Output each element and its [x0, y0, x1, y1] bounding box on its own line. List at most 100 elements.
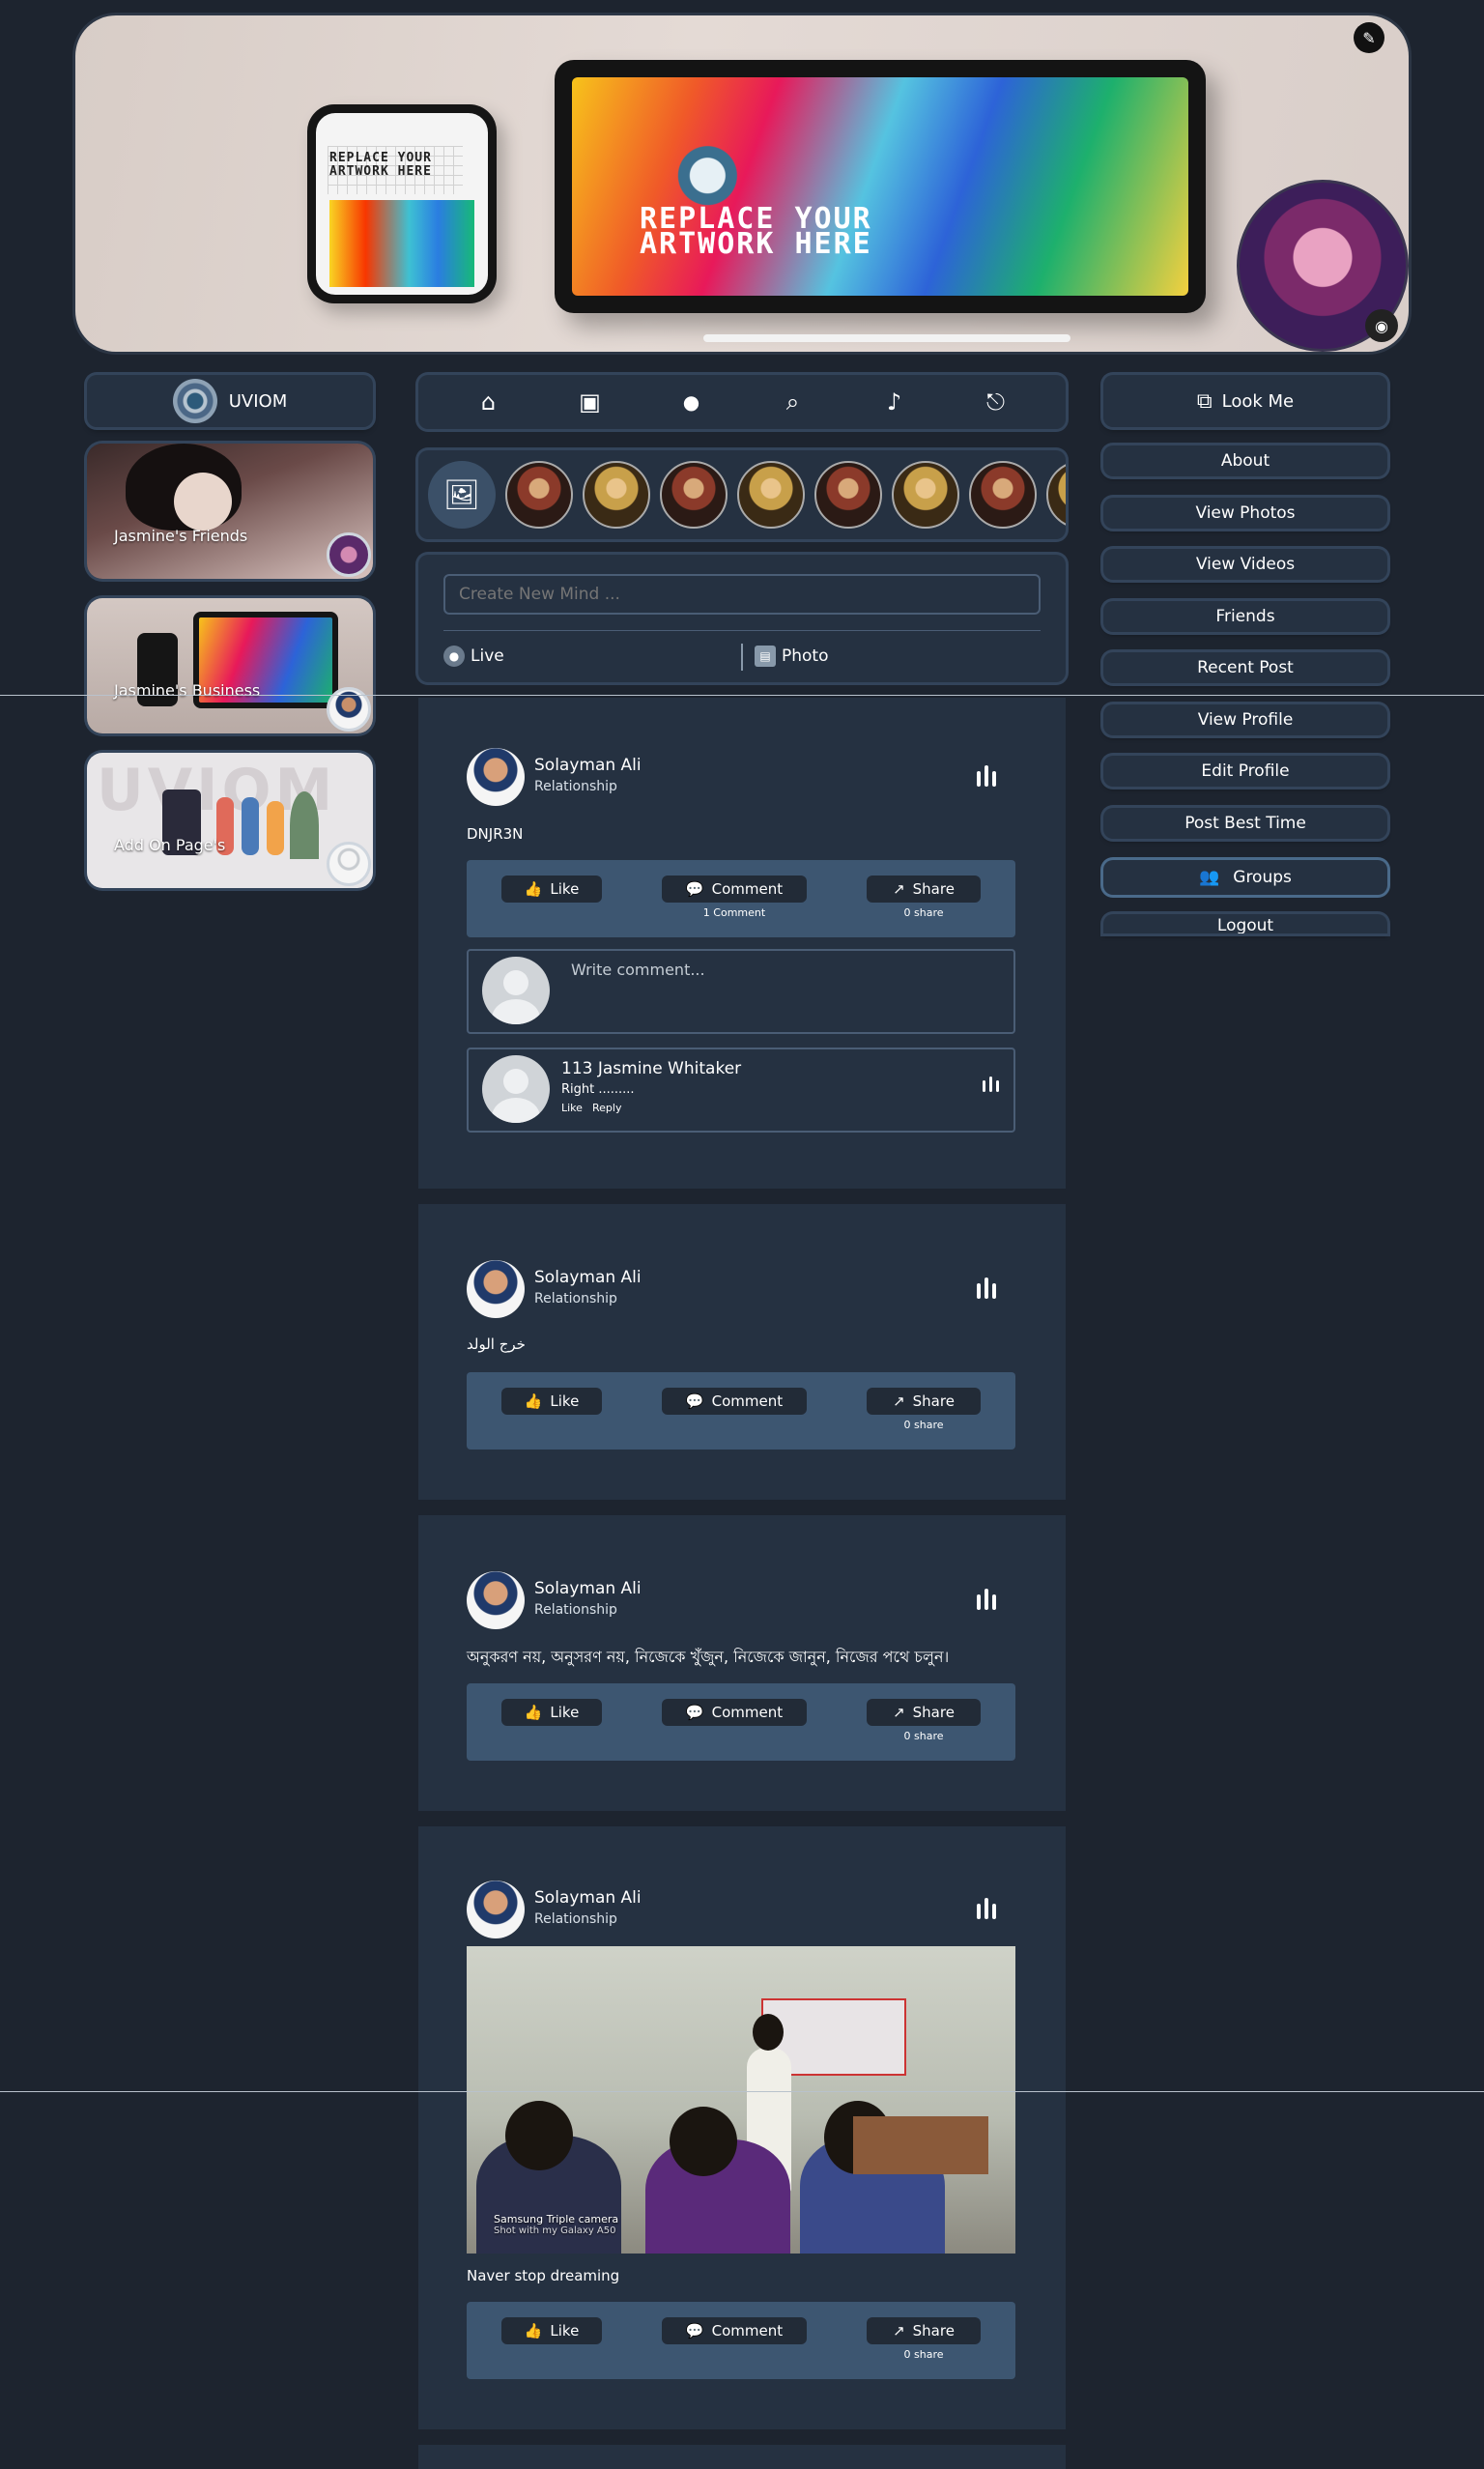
story-thumb[interactable] — [505, 461, 573, 529]
comment-button[interactable]: 💬 Comment — [662, 876, 807, 903]
story-thumb[interactable] — [583, 461, 650, 529]
post-menu-icon[interactable] — [977, 765, 1000, 787]
share-button[interactable]: ↗ Share — [867, 1699, 981, 1726]
post-author-subtitle: Relationship — [534, 1291, 617, 1306]
share-button[interactable]: ↗ Share — [867, 876, 981, 903]
story-thumb[interactable] — [1046, 461, 1066, 529]
comment-item: 113 Jasmine Whitaker Right ......... Lik… — [467, 1048, 1015, 1133]
post-menu-icon[interactable] — [977, 1898, 1000, 1919]
edit-cover-button[interactable]: ✎ — [1354, 22, 1384, 53]
post-author-avatar[interactable] — [467, 1880, 525, 1938]
phone-mockup: REPLACE YOUR ARTWORK HERE — [307, 104, 497, 303]
commenter-name[interactable]: 113 Jasmine Whitaker — [561, 1059, 741, 1078]
search-icon[interactable]: ⌕ — [774, 383, 813, 421]
brand-button[interactable]: UVIOM — [87, 375, 373, 427]
post-author-name[interactable]: Solayman Ali — [534, 1579, 642, 1598]
chat-icon[interactable]: ● — [672, 383, 711, 421]
comment-menu-icon[interactable] — [983, 1077, 1000, 1092]
comment-count[interactable]: 1 Comment — [662, 906, 807, 919]
comment-button[interactable]: 💬 Comment — [662, 1388, 807, 1415]
post-card: Solayman Ali Relationship خرج الولد 👍 Lik… — [418, 1204, 1066, 1500]
post-menu-icon[interactable] — [977, 1589, 1000, 1610]
post-actions: 👍 Like 💬 Comment ↗ Share 0 share — [467, 1372, 1015, 1450]
view-videos-button[interactable]: View Videos — [1103, 549, 1387, 580]
share-button[interactable]: ↗ Share — [867, 1388, 981, 1415]
devices-icon: ⧉ — [1196, 388, 1213, 414]
thumbs-up-icon: 👍 — [524, 1704, 543, 1721]
look-me-label: Look Me — [1221, 390, 1295, 412]
friends-button[interactable]: Friends — [1103, 601, 1387, 632]
recent-post-button[interactable]: Recent Post — [1103, 652, 1387, 683]
page-card-label: Jasmine's Friends — [114, 527, 248, 545]
page-avatar — [327, 687, 371, 732]
like-button[interactable]: 👍 Like — [501, 1699, 602, 1726]
share-icon: ↗ — [893, 1704, 905, 1721]
comment-button[interactable]: 💬 Comment — [662, 2317, 807, 2344]
share-count: 0 share — [903, 1730, 944, 1742]
story-thumb[interactable] — [814, 461, 882, 529]
story-thumb[interactable] — [660, 461, 728, 529]
story-bar: 🖼 — [418, 450, 1066, 539]
top-nav: ⌂ ▣ ● ⌕ ♪ ⎋ — [418, 375, 1066, 429]
brand-label: UVIOM — [228, 390, 288, 412]
post-photo[interactable]: Samsung Triple camera Shot with my Galax… — [467, 1946, 1015, 2254]
phone-art-text: REPLACE YOUR ARTWORK HERE — [329, 151, 432, 179]
live-button[interactable]: ● Live — [443, 646, 504, 667]
story-thumb[interactable] — [969, 461, 1037, 529]
post-author-avatar[interactable] — [467, 1260, 525, 1318]
page-card-business[interactable]: Jasmine's Business — [87, 598, 373, 733]
page-card-add[interactable]: UVIOM Add On Page's — [87, 753, 373, 888]
story-thumb[interactable] — [737, 461, 805, 529]
video-icon[interactable]: ▣ — [571, 383, 610, 421]
live-icon: ● — [443, 646, 465, 667]
post-author-avatar[interactable] — [467, 1571, 525, 1629]
page-avatar — [327, 532, 371, 577]
post-author-name[interactable]: Solayman Ali — [534, 1268, 642, 1287]
page-avatar — [327, 842, 371, 886]
share-button[interactable]: ↗ Share — [867, 2317, 981, 2344]
post-author-name[interactable]: Solayman Ali — [534, 1888, 642, 1908]
change-avatar-button[interactable]: ◉ — [1365, 309, 1398, 342]
page-card-label: Add On Page's — [114, 836, 226, 854]
edit-profile-button[interactable]: Edit Profile — [1103, 756, 1387, 787]
divider — [0, 2091, 1484, 2092]
uviom-logo-icon — [172, 379, 217, 423]
post-card: Solayman Ali Relationship DNJR3N 👍 Like 💬… — [418, 698, 1066, 1189]
post-card: Solayman Ali Relationship অনুকরণ নয়, অন… — [418, 1515, 1066, 1811]
comment-like-link[interactable]: Like — [561, 1102, 583, 1114]
logout-button[interactable]: Logout — [1103, 914, 1387, 933]
add-story-button[interactable]: 🖼 — [428, 461, 496, 529]
create-post-input[interactable] — [443, 574, 1041, 615]
like-button[interactable]: 👍 Like — [501, 2317, 602, 2344]
post-text: DNJR3N — [467, 825, 524, 843]
tablet-mockup: REPLACE YOUR ARTWORK HERE — [555, 60, 1206, 313]
photo-button[interactable]: ▤ Photo — [755, 646, 829, 667]
comment-icon: 💬 — [685, 1392, 704, 1410]
post-author-avatar[interactable] — [467, 748, 525, 806]
write-comment-box[interactable]: Write comment... — [467, 949, 1015, 1034]
comment-button[interactable]: 💬 Comment — [662, 1699, 807, 1726]
story-thumb[interactable] — [892, 461, 959, 529]
post-menu-icon[interactable] — [977, 1278, 1000, 1299]
look-me-button[interactable]: ⧉ Look Me — [1103, 375, 1387, 427]
post-actions: 👍 Like 💬 Comment ↗ Share 0 share — [467, 1683, 1015, 1761]
view-photos-button[interactable]: View Photos — [1103, 498, 1387, 529]
comment-reply-link[interactable]: Reply — [592, 1102, 621, 1114]
view-profile-button[interactable]: View Profile — [1103, 704, 1387, 735]
like-button[interactable]: 👍 Like — [501, 1388, 602, 1415]
tablet-art-text: REPLACE YOUR ARTWORK HERE — [640, 202, 872, 261]
post-best-time-button[interactable]: Post Best Time — [1103, 808, 1387, 839]
groups-label: Groups — [1233, 868, 1292, 887]
thumbs-up-icon: 👍 — [524, 880, 543, 898]
logout-icon[interactable]: ⎋ — [977, 383, 1015, 421]
home-icon[interactable]: ⌂ — [470, 383, 508, 421]
pencil-icon: ✎ — [1362, 28, 1376, 47]
page-card-friends[interactable]: Jasmine's Friends — [87, 444, 373, 579]
share-count: 0 share — [903, 1419, 944, 1431]
like-button[interactable]: 👍 Like — [501, 876, 602, 903]
bell-icon[interactable]: ♪ — [875, 383, 914, 421]
post-author-name[interactable]: Solayman Ali — [534, 756, 642, 775]
about-button[interactable]: About — [1103, 445, 1387, 476]
groups-button[interactable]: 👥 Groups — [1103, 860, 1387, 895]
post-author-subtitle: Relationship — [534, 1602, 617, 1618]
